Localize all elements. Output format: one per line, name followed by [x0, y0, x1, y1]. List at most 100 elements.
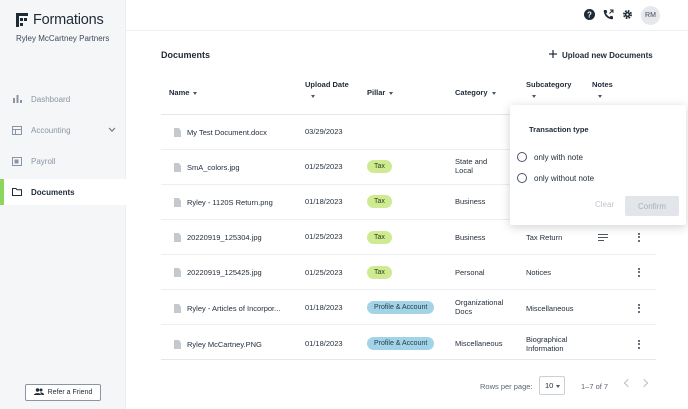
document-name[interactable]: SmA_colors.jpg: [187, 163, 240, 172]
column-header-upload-date[interactable]: Upload Date: [305, 80, 349, 98]
notes-filter-popover: Transaction type only with note only wit…: [510, 105, 686, 225]
sidebar-item-label: Dashboard: [31, 94, 71, 104]
column-header-label: Subcategory: [526, 80, 572, 89]
refer-friend-button[interactable]: Refer a Friend: [25, 384, 101, 401]
row-menu-icon[interactable]: [638, 340, 640, 350]
column-header-label: Category: [455, 88, 488, 97]
filter-option-label: only with note: [534, 152, 583, 162]
caret-down-icon: [556, 385, 560, 388]
upload-date: 01/18/2023: [305, 197, 343, 206]
sort-arrow-icon: [311, 95, 315, 98]
pillar-badge: Tax: [367, 195, 392, 208]
sidebar-item-label: Accounting: [31, 125, 71, 135]
brand-name: Formations: [33, 12, 104, 28]
rows-per-page-label: Rows per page:: [480, 382, 533, 391]
formations-logo-icon: [16, 13, 28, 27]
sidebar-item-label: Documents: [31, 187, 75, 197]
sidebar-item-label: Payroll: [31, 156, 56, 166]
sidebar-item-payroll[interactable]: Payroll: [0, 148, 126, 174]
sort-arrow-icon: [598, 95, 602, 98]
sidebar-item-documents[interactable]: Documents: [0, 179, 126, 205]
upload-date: 01/25/2023: [305, 232, 343, 241]
document-name[interactable]: 20220919_125425.jpg: [187, 268, 262, 277]
upload-date: 03/29/2023: [305, 127, 343, 136]
sidebar-item-dashboard[interactable]: Dashboard: [0, 86, 126, 112]
people-icon: [33, 388, 44, 397]
file-icon: [174, 304, 181, 313]
table-row[interactable]: Ryley - Articles of Incorpor... 01/18/20…: [161, 290, 656, 325]
upload-date: 01/25/2023: [305, 162, 343, 171]
row-menu-icon[interactable]: [638, 268, 640, 278]
topbar-actions: ? RM: [584, 6, 660, 25]
chevron-down-icon[interactable]: [108, 125, 116, 134]
document-name[interactable]: 20220919_125304.jpg: [187, 233, 262, 242]
filter-option-with-note[interactable]: only with note: [517, 152, 583, 162]
pillar-badge: Tax: [367, 231, 392, 244]
column-header-name[interactable]: Name: [169, 88, 198, 98]
folder-icon: [12, 187, 22, 197]
phone-icon[interactable]: [603, 7, 614, 25]
file-icon: [174, 340, 181, 349]
document-name[interactable]: Ryley McCartney.PNG: [187, 340, 262, 349]
upload-documents-button[interactable]: Upload new Documents: [549, 50, 653, 60]
svg-text:?: ?: [587, 10, 592, 19]
ledger-icon: [12, 125, 22, 135]
filter-option-without-note[interactable]: only without note: [517, 173, 594, 183]
clear-button[interactable]: Clear: [595, 200, 614, 209]
category: Organizational Docs: [455, 298, 504, 316]
sidebar: Formations Ryley McCartney Partners Dash…: [0, 0, 126, 409]
column-header-notes[interactable]: Notes: [592, 80, 613, 98]
help-icon[interactable]: ?: [584, 7, 595, 25]
company-name: Ryley McCartney Partners: [16, 34, 110, 43]
radio-button[interactable]: [517, 152, 527, 162]
sort-arrow-icon: [491, 91, 496, 95]
sort-arrow-icon: [389, 91, 394, 95]
upload-documents-label: Upload new Documents: [562, 50, 653, 60]
column-header-pillar[interactable]: Pillar: [367, 88, 394, 98]
column-header-subcategory[interactable]: Subcategory: [526, 80, 571, 98]
note-lines-icon[interactable]: [598, 234, 608, 243]
sidebar-item-accounting[interactable]: Accounting: [0, 117, 126, 143]
pillar-badge: Tax: [367, 160, 392, 173]
subcategory: Miscellaneous: [526, 304, 574, 313]
avatar[interactable]: RM: [641, 6, 660, 25]
row-menu-icon[interactable]: [638, 233, 640, 243]
category: Business: [455, 233, 486, 242]
document-name[interactable]: My Test Document.docx: [187, 128, 267, 137]
prev-page-icon[interactable]: [623, 378, 633, 388]
plus-icon: [549, 50, 557, 60]
file-icon: [174, 128, 181, 137]
file-icon: [174, 268, 181, 277]
column-header-label: Upload Date: [305, 80, 349, 89]
column-header-label: Pillar: [367, 88, 386, 97]
pagination-range: 1–7 of 7: [581, 382, 609, 391]
radio-button[interactable]: [517, 173, 527, 183]
table-row[interactable]: 20220919_125425.jpg 01/25/2023 Tax Perso…: [161, 255, 656, 290]
document-name[interactable]: Ryley - 1120S Return.png: [187, 198, 273, 207]
subcategory: Biographical Information: [526, 335, 568, 353]
table-row[interactable]: 20220919_125304.jpg 01/25/2023 Tax Busin…: [161, 220, 656, 255]
category: State and Local: [455, 157, 488, 175]
column-header-label: Notes: [592, 80, 613, 89]
table-row[interactable]: Ryley McCartney.PNG 01/18/2023 Profile &…: [161, 325, 656, 360]
pillar-badge: Profile & Account: [367, 337, 435, 350]
next-page-icon[interactable]: [639, 378, 649, 388]
subcategory: Notices: [526, 268, 552, 277]
document-name[interactable]: Ryley - Articles of Incorpor...: [187, 304, 280, 313]
row-menu-icon[interactable]: [638, 304, 640, 314]
upload-date: 01/25/2023: [305, 268, 343, 277]
brand[interactable]: Formations: [16, 12, 104, 28]
column-header-category[interactable]: Category: [455, 88, 496, 98]
page-title: Documents: [161, 50, 211, 60]
rows-per-page-select[interactable]: 10: [539, 376, 565, 395]
upload-date: 01/18/2023: [305, 339, 343, 348]
category: Personal: [455, 268, 485, 277]
pillar-badge: Profile & Account: [367, 301, 435, 314]
sort-arrow-icon: [193, 91, 198, 95]
payroll-icon: [12, 156, 22, 166]
pillar-badge: Tax: [367, 266, 392, 279]
refer-friend-label: Refer a Friend: [47, 389, 93, 396]
gear-icon[interactable]: [622, 7, 633, 25]
popover-title: Transaction type: [529, 125, 589, 134]
confirm-button[interactable]: Confirm: [625, 196, 679, 216]
